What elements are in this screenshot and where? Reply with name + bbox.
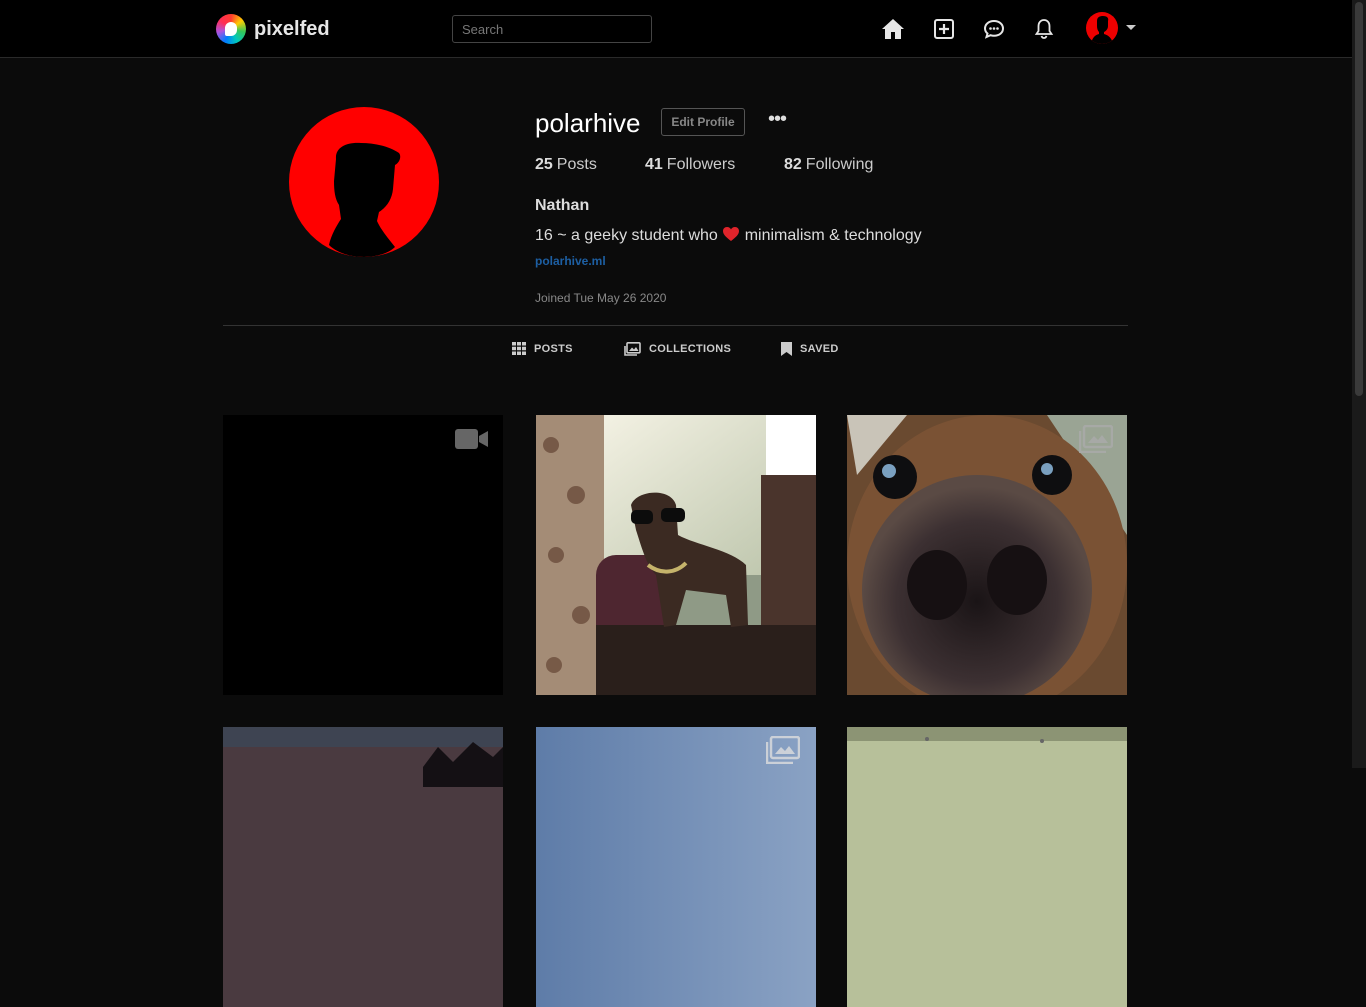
album-icon (766, 736, 800, 764)
dog-sunglasses-image (536, 415, 816, 695)
bookmark-icon (781, 342, 792, 356)
dusk-sky-image (223, 727, 503, 1007)
post-thumbnail[interactable] (847, 415, 1127, 695)
posts-label: Posts (556, 156, 597, 173)
user-avatar-menu[interactable] (1086, 12, 1118, 44)
home-icon[interactable] (881, 17, 905, 41)
tab-label: POSTS (534, 342, 573, 355)
tab-saved[interactable]: SAVED (781, 342, 839, 356)
tab-collections[interactable]: COLLECTIONS (624, 342, 731, 356)
bio-text-start: 16 ~ a geeky student who (535, 227, 723, 244)
more-options-icon[interactable]: ••• (768, 108, 787, 131)
post-thumbnail[interactable] (223, 727, 503, 1007)
album-icon (1079, 425, 1113, 453)
bio-text-end: minimalism & technology (740, 227, 922, 244)
tab-label: COLLECTIONS (649, 343, 732, 355)
posts-count: 25 (535, 156, 553, 173)
profile-username: polarhive (535, 108, 641, 138)
pixelfed-logo-icon (216, 14, 246, 44)
bell-icon[interactable] (1032, 17, 1056, 41)
following-count: 82 (784, 156, 802, 173)
new-post-icon[interactable] (932, 17, 956, 41)
display-name: Nathan (535, 197, 590, 214)
post-thumbnail[interactable] (847, 727, 1127, 1007)
grid-icon (512, 342, 526, 355)
followers-count: 41 (645, 156, 663, 173)
followers-label: Followers (666, 156, 736, 173)
video-icon (455, 429, 488, 449)
tab-label: SAVED (800, 343, 839, 355)
post-thumbnail[interactable] (536, 415, 816, 695)
brand-name: pixelfed (254, 17, 330, 40)
divider (223, 325, 1128, 326)
edit-profile-button[interactable]: Edit Profile (661, 108, 745, 136)
search-input[interactable] (452, 15, 652, 43)
tab-posts[interactable]: POSTS (512, 342, 573, 355)
profile-avatar (289, 107, 439, 257)
posts-count-link[interactable]: 25 Posts (535, 156, 597, 174)
page-scrollbar[interactable] (1352, 0, 1366, 768)
brand-link[interactable]: pixelfed (216, 14, 330, 44)
top-navbar: pixelfed (0, 0, 1352, 58)
pale-surface-image (847, 727, 1127, 1007)
heart-icon (723, 227, 740, 241)
post-thumbnail[interactable] (536, 727, 816, 1007)
message-icon[interactable] (982, 17, 1006, 41)
followers-link[interactable]: 41 Followers (645, 156, 735, 174)
scrollbar-thumb[interactable] (1355, 2, 1363, 396)
chevron-down-icon[interactable] (1126, 25, 1136, 30)
post-thumbnail[interactable] (223, 415, 503, 695)
images-icon (624, 342, 641, 356)
following-label: Following (805, 156, 874, 173)
website-link[interactable]: polarhive.ml (535, 254, 606, 268)
joined-date: Joined Tue May 26 2020 (535, 291, 667, 305)
following-link[interactable]: 82 Following (784, 156, 873, 174)
profile-bio: 16 ~ a geeky student who minimalism & te… (535, 226, 922, 245)
blue-sky-image (536, 727, 816, 1007)
dog-nose-image (847, 415, 1127, 695)
